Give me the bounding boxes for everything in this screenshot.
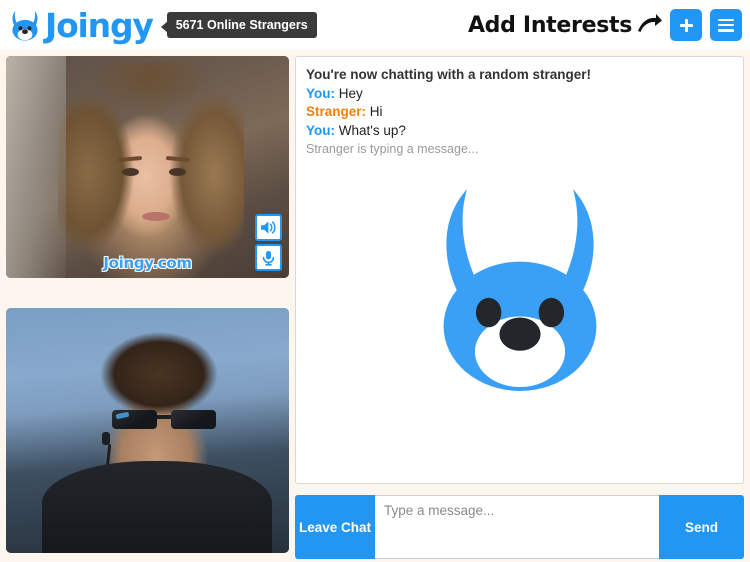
- add-interests-label[interactable]: Add Interests: [468, 13, 662, 38]
- mascot-container: [296, 185, 743, 397]
- volume-button[interactable]: [255, 214, 282, 241]
- brand-logo[interactable]: Joingy: [6, 5, 154, 45]
- remote-video-panel[interactable]: Joingy.com: [6, 56, 289, 278]
- send-button[interactable]: Send: [659, 495, 744, 559]
- chat-message-author: Stranger:: [306, 104, 367, 119]
- video-controls: [255, 214, 282, 271]
- chat-message-text: Hi: [369, 104, 383, 119]
- add-interest-button[interactable]: [670, 9, 702, 41]
- chat-message-author: You:: [306, 122, 335, 138]
- chat-message: You: Hey: [306, 85, 733, 104]
- joingy-watermark: Joingy.com: [103, 254, 192, 272]
- chat-message: You: What's up?: [306, 122, 733, 141]
- joingy-video-chat-page: Joingy 5671 Online Strangers Add Interes…: [0, 0, 750, 562]
- chat-message-text: What's up?: [338, 122, 406, 138]
- menu-button[interactable]: [710, 9, 742, 41]
- curved-arrow-right-icon: [638, 14, 662, 32]
- microphone-button[interactable]: [255, 244, 282, 271]
- local-face-detail: [42, 461, 272, 553]
- remote-face-detail: [122, 168, 139, 176]
- local-face-detail: [92, 322, 226, 414]
- remote-video-stream: [6, 56, 289, 278]
- add-interests-text: Add Interests: [467, 12, 632, 38]
- local-face-detail: [112, 410, 216, 430]
- chat-message-author: You:: [306, 85, 335, 101]
- site-header: Joingy 5671 Online Strangers Add Interes…: [0, 0, 750, 50]
- microphone-icon: [262, 250, 275, 266]
- chat-log[interactable]: You're now chatting with a random strang…: [296, 57, 743, 156]
- remote-face-detail: [169, 168, 186, 176]
- online-strangers-badge: 5671 Online Strangers: [160, 12, 317, 38]
- chat-input-bar: Leave Chat Send: [295, 495, 744, 559]
- leave-chat-button[interactable]: Leave Chat: [295, 495, 375, 559]
- header-actions: Add Interests: [468, 9, 742, 41]
- message-input[interactable]: [375, 495, 659, 559]
- local-video-panel[interactable]: [6, 308, 289, 553]
- bunny-mascot-icon: [443, 189, 596, 391]
- typing-indicator: Stranger is typing a message...: [306, 142, 479, 156]
- chat-message: Stranger: Hi: [306, 103, 733, 122]
- chat-panel: You're now chatting with a random strang…: [295, 56, 744, 484]
- speaker-icon: [261, 221, 276, 234]
- hamburger-menu-icon: [718, 18, 734, 32]
- plus-icon: [679, 18, 694, 33]
- brand-name: Joingy: [45, 5, 154, 45]
- chat-system-message: You're now chatting with a random strang…: [306, 67, 591, 82]
- chat-message-text: Hey: [338, 85, 363, 101]
- remote-face-detail: [142, 212, 170, 221]
- local-face-detail: [102, 432, 110, 445]
- bunny-logo-icon: [12, 10, 38, 41]
